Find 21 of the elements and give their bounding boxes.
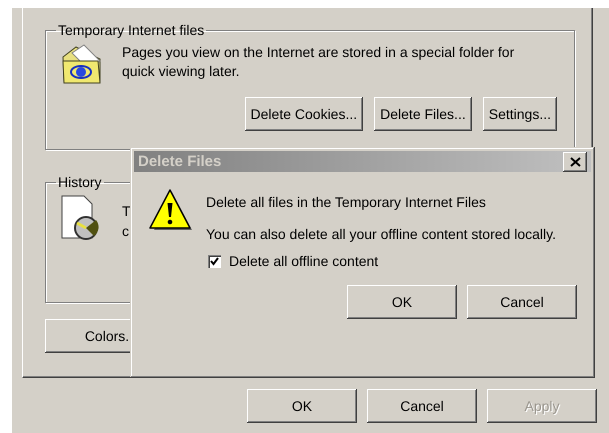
dialog-title: Delete Files: [138, 153, 222, 170]
button[interactable]: OK: [247, 389, 357, 423]
checkbox[interactable]: [208, 254, 221, 268]
history-icon: [60, 194, 100, 240]
button[interactable]: Delete Cookies...: [244, 97, 364, 131]
button[interactable]: Delete Files...: [374, 97, 472, 131]
button[interactable]: Settings...: [482, 97, 557, 131]
close-icon: [570, 156, 580, 166]
button[interactable]: OK: [347, 285, 457, 319]
history-text: c: [122, 222, 130, 241]
warning-icon: [148, 188, 194, 232]
button[interactable]: Cancel: [467, 285, 577, 319]
button[interactable]: Cancel: [367, 389, 477, 423]
description: Pages you view on the Internet are stored in a special folder for quick viewing later.: [122, 43, 516, 81]
history-text: T: [122, 202, 131, 221]
message: Delete all files in the Temporary Internet Files: [206, 194, 487, 210]
group-title: History: [57, 174, 103, 190]
message: You can also delete all your offline content stored locally.: [206, 225, 557, 244]
close-button[interactable]: [563, 152, 587, 172]
checkbox-label[interactable]: Delete all offline content: [229, 253, 378, 269]
group-title: Temporary Internet files: [57, 22, 206, 38]
